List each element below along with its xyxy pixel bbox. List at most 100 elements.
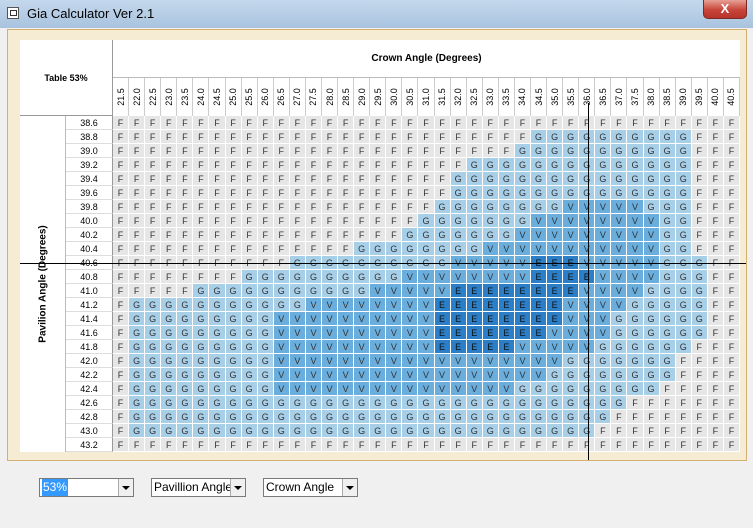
grade-cell[interactable]: V <box>386 284 403 298</box>
grade-cell[interactable]: V <box>289 382 306 396</box>
grade-cell[interactable]: V <box>643 214 660 228</box>
grade-cell[interactable]: G <box>209 326 226 340</box>
grade-cell[interactable]: V <box>386 340 403 354</box>
grade-cell[interactable]: V <box>273 354 290 368</box>
grade-cell[interactable]: F <box>322 130 339 144</box>
grade-cell[interactable]: F <box>643 410 660 424</box>
grade-cell[interactable]: G <box>466 158 483 172</box>
grade-cell[interactable]: V <box>563 214 580 228</box>
grade-cell[interactable]: G <box>450 242 467 256</box>
grade-cell[interactable]: F <box>723 186 740 200</box>
grade-cell[interactable]: F <box>723 410 740 424</box>
grade-cell[interactable]: F <box>177 116 194 130</box>
grade-cell[interactable]: G <box>161 326 178 340</box>
grade-cell[interactable]: E <box>498 326 515 340</box>
grade-cell[interactable]: F <box>659 396 676 410</box>
grade-cell[interactable]: F <box>273 144 290 158</box>
grade-cell[interactable]: V <box>531 354 548 368</box>
grade-cell[interactable]: V <box>643 270 660 284</box>
grade-cell[interactable]: V <box>531 340 548 354</box>
grade-cell[interactable]: V <box>434 368 451 382</box>
grade-cell[interactable]: G <box>129 312 146 326</box>
grade-cell[interactable]: V <box>563 200 580 214</box>
grade-cell[interactable]: G <box>129 424 146 438</box>
grade-cell[interactable]: G <box>627 382 644 396</box>
grade-cell[interactable]: G <box>659 228 676 242</box>
grade-cell[interactable]: V <box>322 298 339 312</box>
grade-cell[interactable]: G <box>675 144 692 158</box>
grade-cell[interactable]: F <box>193 242 210 256</box>
grade-cell[interactable]: F <box>257 228 274 242</box>
grade-cell[interactable]: F <box>611 424 628 438</box>
grade-cell[interactable]: G <box>563 130 580 144</box>
grade-cell[interactable]: G <box>450 228 467 242</box>
grade-cell[interactable]: G <box>161 382 178 396</box>
grade-cell[interactable]: F <box>193 144 210 158</box>
grade-cell[interactable]: V <box>514 270 531 284</box>
grade-cell[interactable]: F <box>707 368 724 382</box>
grade-cell[interactable]: V <box>273 382 290 396</box>
grade-cell[interactable]: G <box>338 270 355 284</box>
grade-cell[interactable]: G <box>225 340 242 354</box>
chevron-down-icon[interactable] <box>118 479 133 496</box>
grade-cell[interactable]: G <box>498 410 515 424</box>
grade-cell[interactable]: F <box>193 438 210 452</box>
grade-cell[interactable]: V <box>418 354 435 368</box>
grade-cell[interactable]: G <box>595 396 612 410</box>
grade-cell[interactable]: F <box>161 130 178 144</box>
grade-cell[interactable]: F <box>338 116 355 130</box>
grade-cell[interactable]: F <box>113 438 130 452</box>
grade-cell[interactable]: V <box>531 242 548 256</box>
grade-cell[interactable]: V <box>289 340 306 354</box>
grade-cell[interactable]: G <box>145 382 162 396</box>
grade-cell[interactable]: G <box>177 354 194 368</box>
grade-cell[interactable]: V <box>514 228 531 242</box>
grade-cell[interactable]: F <box>113 312 130 326</box>
grade-cell[interactable]: G <box>161 424 178 438</box>
grade-cell[interactable]: G <box>643 186 660 200</box>
grade-cell[interactable]: F <box>707 284 724 298</box>
grade-cell[interactable]: F <box>691 214 708 228</box>
grade-cell[interactable]: F <box>723 144 740 158</box>
grade-cell[interactable]: G <box>434 214 451 228</box>
grade-cell[interactable]: F <box>241 172 258 186</box>
grade-cell[interactable]: G <box>466 410 483 424</box>
grade-cell[interactable]: F <box>659 382 676 396</box>
grade-cell[interactable]: F <box>113 214 130 228</box>
grade-cell[interactable]: G <box>193 368 210 382</box>
grade-cell[interactable]: G <box>434 424 451 438</box>
grade-cell[interactable]: G <box>193 298 210 312</box>
grade-cell[interactable]: F <box>289 242 306 256</box>
grade-cell[interactable]: G <box>547 144 564 158</box>
grade-cell[interactable]: V <box>402 326 419 340</box>
grade-cell[interactable]: G <box>370 424 387 438</box>
grade-cell[interactable]: V <box>402 312 419 326</box>
grade-cell[interactable]: G <box>450 214 467 228</box>
grade-cell[interactable]: G <box>466 186 483 200</box>
grade-cell[interactable]: G <box>209 368 226 382</box>
grade-cell[interactable]: F <box>386 228 403 242</box>
grade-cell[interactable]: F <box>707 186 724 200</box>
grade-cell[interactable]: F <box>723 312 740 326</box>
grade-cell[interactable]: F <box>129 214 146 228</box>
grade-cell[interactable]: G <box>209 340 226 354</box>
grade-cell[interactable]: F <box>113 228 130 242</box>
grade-cell[interactable]: V <box>531 214 548 228</box>
grade-cell[interactable]: G <box>643 312 660 326</box>
grade-cell[interactable]: F <box>129 144 146 158</box>
grade-cell[interactable]: F <box>273 172 290 186</box>
grade-cell[interactable]: G <box>547 172 564 186</box>
grade-cell[interactable]: G <box>386 270 403 284</box>
grade-cell[interactable]: F <box>113 382 130 396</box>
grade-cell[interactable]: F <box>354 172 371 186</box>
grade-cell[interactable]: F <box>723 270 740 284</box>
grade-cell[interactable]: V <box>305 298 322 312</box>
grade-cell[interactable]: F <box>370 116 387 130</box>
grade-cell[interactable]: F <box>241 186 258 200</box>
grade-cell[interactable]: G <box>129 396 146 410</box>
grade-cell[interactable]: G <box>193 312 210 326</box>
grade-cell[interactable]: G <box>466 228 483 242</box>
grade-cell[interactable]: F <box>707 298 724 312</box>
grade-cell[interactable]: F <box>498 438 515 452</box>
grade-cell[interactable]: G <box>659 340 676 354</box>
